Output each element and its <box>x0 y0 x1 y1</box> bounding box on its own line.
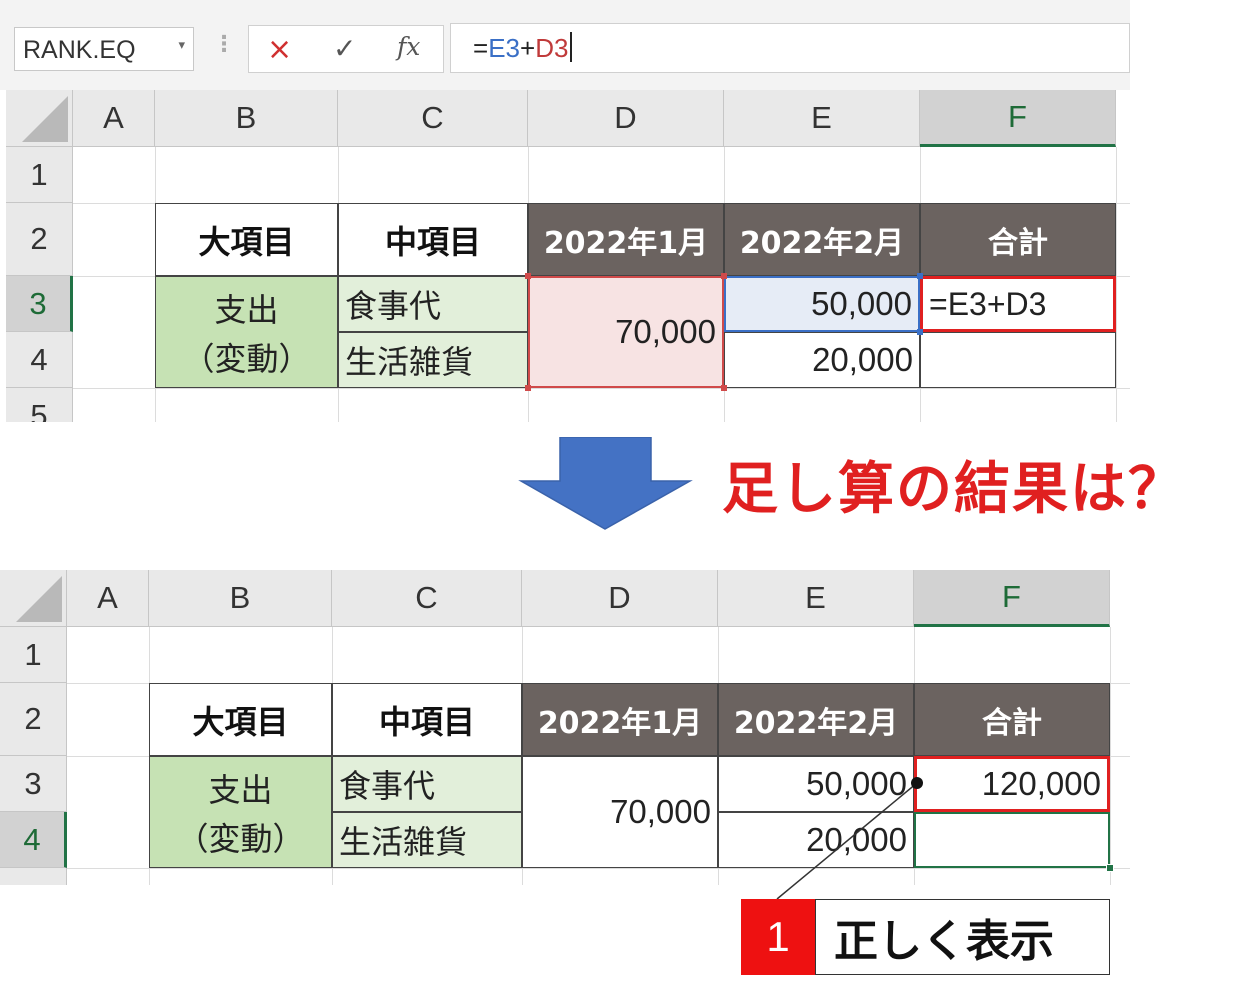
select-all-corner[interactable] <box>6 90 73 147</box>
column-header-a[interactable]: A <box>73 90 155 147</box>
cancel-icon[interactable]: × <box>267 32 292 67</box>
down-arrow-icon <box>518 437 693 530</box>
header-minor-cell[interactable]: 中項目 <box>332 683 522 756</box>
formula-ref-e3: E3 <box>488 33 520 63</box>
formula-text: =E3+D3 <box>473 32 573 64</box>
question-text: 足し算の結果は？ <box>722 457 1186 522</box>
feb-food-cell[interactable]: 50,000 <box>724 276 920 332</box>
header-major-cell[interactable]: 大項目 <box>155 203 338 276</box>
feb-goods-cell[interactable]: 20,000 <box>724 332 920 388</box>
row-header-3[interactable]: 3 <box>0 756 67 812</box>
header-total-cell[interactable]: 合計 <box>920 203 1116 276</box>
category-line1: 支出 <box>214 290 279 329</box>
formula-equals: = <box>473 33 489 63</box>
bottom-spreadsheet: A B C D E F 1 2 3 4 5 大項目 中項目 2022年1月 20… <box>0 570 1130 885</box>
insert-function-icon[interactable]: fx <box>397 32 420 61</box>
column-header-b[interactable]: B <box>155 90 338 147</box>
header-jan-cell[interactable]: 2022年1月 <box>528 203 724 276</box>
column-header-f[interactable]: F <box>914 570 1110 627</box>
header-feb-cell[interactable]: 2022年2月 <box>718 683 914 756</box>
callout-number-badge: 1 <box>741 899 815 975</box>
column-header-d[interactable]: D <box>522 570 718 627</box>
category-cell[interactable]: 支出 （変動） <box>149 756 332 868</box>
jan-value-cell[interactable]: 70,000 <box>522 756 718 868</box>
active-cell-f4[interactable] <box>914 812 1110 868</box>
column-header-c[interactable]: C <box>338 90 528 147</box>
enter-icon[interactable]: ✓ <box>333 32 356 65</box>
row-header-1[interactable]: 1 <box>6 147 73 203</box>
select-all-corner[interactable] <box>0 570 67 627</box>
formula-operator: + <box>520 33 536 63</box>
formula-bar: RANK.EQ ▾ ⋮ × ✓ fx =E3+D3 <box>0 0 1130 90</box>
header-major-cell[interactable]: 大項目 <box>149 683 332 756</box>
row-header-5[interactable]: 5 <box>6 388 73 422</box>
column-header-c[interactable]: C <box>332 570 522 627</box>
row-header-5[interactable]: 5 <box>0 868 67 885</box>
callout-label: 正しく表示 <box>815 899 1110 975</box>
row-header-1[interactable]: 1 <box>0 627 67 683</box>
row-header-2[interactable]: 2 <box>0 683 67 756</box>
formula-buttons: × ✓ fx <box>248 25 444 73</box>
row-header-4[interactable]: 4 <box>6 332 73 388</box>
column-header-f[interactable]: F <box>920 90 1116 147</box>
total-empty-cell[interactable] <box>920 332 1116 388</box>
text-caret <box>570 32 573 62</box>
category-line2: （変動） <box>182 339 311 378</box>
header-minor-cell[interactable]: 中項目 <box>338 203 528 276</box>
header-jan-cell[interactable]: 2022年1月 <box>522 683 718 756</box>
name-box-value: RANK.EQ <box>23 36 136 64</box>
total-result-cell[interactable]: 120,000 <box>914 756 1110 812</box>
row-header-3[interactable]: 3 <box>6 276 73 332</box>
header-total-cell[interactable]: 合計 <box>914 683 1110 756</box>
formula-ref-d3: D3 <box>535 33 569 63</box>
formula-bar-grip-icon: ⋮ <box>213 32 235 57</box>
column-header-a[interactable]: A <box>67 570 149 627</box>
row-header-2[interactable]: 2 <box>6 203 73 276</box>
column-header-e[interactable]: E <box>724 90 920 147</box>
category-line1: 支出 <box>208 770 273 809</box>
top-spreadsheet: A B C D E F 1 2 3 4 5 大項目 中項目 2022年1月 20… <box>6 90 1130 422</box>
feb-food-cell[interactable]: 50,000 <box>718 756 914 812</box>
column-header-e[interactable]: E <box>718 570 914 627</box>
item-food-cell[interactable]: 食事代 <box>332 756 522 812</box>
jan-value-cell[interactable]: 70,000 <box>528 276 724 388</box>
item-food-cell[interactable]: 食事代 <box>338 276 528 332</box>
feb-goods-cell[interactable]: 20,000 <box>718 812 914 868</box>
formula-input[interactable]: =E3+D3 <box>450 23 1130 73</box>
total-formula-cell[interactable]: =E3+D3 <box>920 276 1116 332</box>
column-header-b[interactable]: B <box>149 570 332 627</box>
fill-handle[interactable] <box>1106 864 1114 872</box>
category-cell[interactable]: 支出 （変動） <box>155 276 338 388</box>
category-line2: （変動） <box>176 819 305 858</box>
header-feb-cell[interactable]: 2022年2月 <box>724 203 920 276</box>
item-goods-cell[interactable]: 生活雑貨 <box>338 332 528 388</box>
name-box[interactable]: RANK.EQ ▾ <box>14 27 194 71</box>
row-header-4[interactable]: 4 <box>0 812 67 868</box>
column-header-d[interactable]: D <box>528 90 724 147</box>
name-box-dropdown-icon[interactable]: ▾ <box>178 38 185 53</box>
item-goods-cell[interactable]: 生活雑貨 <box>332 812 522 868</box>
